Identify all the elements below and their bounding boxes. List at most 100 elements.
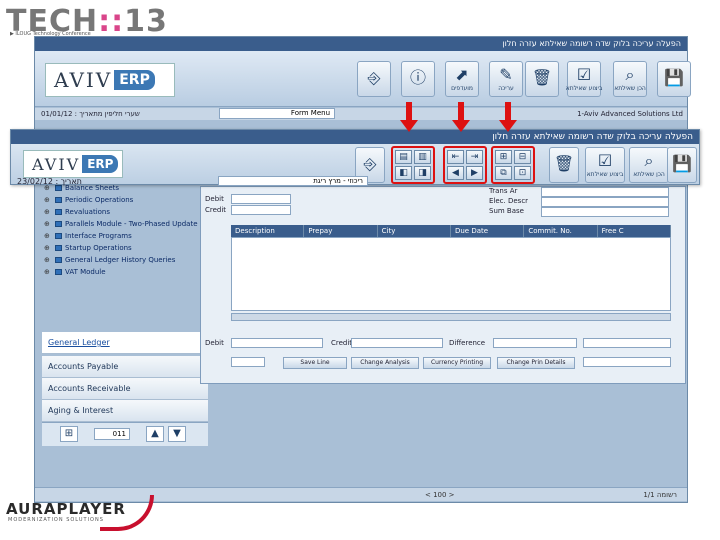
toolbar-icon-2: ⬈ <box>455 64 469 84</box>
status-record-count: < 100 > <box>425 491 455 499</box>
nav-down-icon[interactable]: ▼ <box>168 426 186 442</box>
overlay-menu-bar[interactable]: הפעלה עריכה בלוק שדה רשומה שאילתא עזרה ח… <box>11 130 699 144</box>
tree-item[interactable]: ⊕ Interface Programs <box>44 230 200 242</box>
nav-up-icon[interactable]: ▲ <box>146 426 164 442</box>
grid-column-header[interactable]: Description <box>231 225 305 237</box>
menu-tree: ⊕ Balance Sheets ⊕ Periodic Operations ⊕ Reva… <box>44 182 200 277</box>
tree-item-label: VAT Module <box>65 268 106 276</box>
toolbar-button-2[interactable]: ⬈ מועדפים <box>445 61 479 97</box>
grid-column-header[interactable]: Commit. No. <box>524 225 598 237</box>
record-last-icon[interactable]: ▶ <box>466 166 483 180</box>
paste-record-icon[interactable]: ⊟ <box>514 150 531 164</box>
tree-item[interactable]: ⊕ VAT Module <box>44 266 200 278</box>
company-name: 1-Aviv Advanced Solutions Ltd <box>577 110 683 118</box>
expand-icon[interactable]: ⊕ <box>44 220 52 228</box>
toolbar-button-6[interactable]: ⌕ הכן שאילתא <box>613 61 647 97</box>
tree-item[interactable]: ⊕ Revaluations <box>44 206 200 218</box>
folder-icon <box>55 197 62 203</box>
line-no-field[interactable] <box>231 357 265 367</box>
module-code-field[interactable]: 011 <box>94 428 130 440</box>
record-prev-icon[interactable]: ◨ <box>414 166 431 180</box>
toolbar-label-3: עריכה <box>498 84 514 92</box>
total-credit-field[interactable] <box>351 338 443 348</box>
expand-icon[interactable]: ⊕ <box>44 196 52 204</box>
nav-general-ledger[interactable]: General Ledger <box>42 332 208 354</box>
toolbar-button-4[interactable]: 🗑 <box>525 61 559 97</box>
tree-item-label: Interface Programs <box>65 232 132 240</box>
grid-column-header[interactable]: Free C <box>598 225 671 237</box>
credit-field[interactable] <box>231 205 291 215</box>
company-field[interactable]: ריכוזי - מרץ ריגת <box>218 176 368 186</box>
overlay-toolbar-button-3[interactable]: ⌕ הכן שאילתא <box>629 147 669 183</box>
toolbar-button-0[interactable]: ⎆ <box>357 61 391 97</box>
tree-item-label: Parallels Module - Two-Phased Update <box>65 220 198 228</box>
tree-item[interactable]: ⊕ Periodic Operations <box>44 194 200 206</box>
nav-accounts-payable[interactable]: Accounts Payable <box>42 356 208 378</box>
toolbar-button-3[interactable]: ✎ עריכה <box>489 61 523 97</box>
arrow-2-shaft <box>458 102 464 122</box>
org-chart-icon[interactable]: ⊞ <box>60 426 78 442</box>
expand-icon[interactable]: ⊕ <box>44 244 52 252</box>
tree-item-label: Periodic Operations <box>65 196 134 204</box>
expand-icon[interactable]: ⊕ <box>44 232 52 240</box>
toolbar-button-7[interactable]: 💾 <box>657 61 691 97</box>
overlay-toolbar-icon-0: ⎆ <box>363 154 377 173</box>
tree-item-label: General Ledger History Queries <box>65 256 176 264</box>
nav-accounts-receivable[interactable]: Accounts Receivable <box>42 378 208 400</box>
debit-field[interactable] <box>231 194 291 204</box>
status-record: 1/1 רשומה <box>643 491 677 499</box>
overlay-toolbar-label-2: ביצוע שאילתא <box>586 170 624 178</box>
row-insert-icon[interactable]: ▤ <box>395 150 412 164</box>
difference-label: Difference <box>449 339 486 347</box>
elec-descr-field[interactable] <box>541 197 669 207</box>
difference-field[interactable] <box>493 338 577 348</box>
duplicate-icon[interactable]: ⧉ <box>495 166 512 180</box>
menu-bar[interactable]: הפעלה עריכה בלוק שדה רשומה שאילתא עזרה ח… <box>35 37 687 51</box>
expand-icon[interactable]: ⊕ <box>44 208 52 216</box>
toolbar-icon-4: 🗑 <box>531 68 553 87</box>
record-next-icon[interactable]: ◀ <box>447 166 464 180</box>
lines-grid-header: Description Prepay City Due Date Commit. No.… <box>231 225 671 237</box>
toolbar-icon-3: ✎ <box>499 64 513 84</box>
grid-column-header[interactable]: City <box>378 225 451 237</box>
tree-item-label: Startup Operations <box>65 244 132 252</box>
grid-column-header[interactable]: Due Date <box>451 225 525 237</box>
overlay-toolbar-button-2[interactable]: ☑ ביצוע שאילתא <box>585 147 625 183</box>
col-left-icon[interactable]: ⇤ <box>447 150 464 164</box>
save-line-button[interactable]: Save Line <box>283 357 347 369</box>
tree-item[interactable]: ⊕ Parallels Module - Two-Phased Update <box>44 218 200 230</box>
tree-item[interactable]: ⊕ Startup Operations <box>44 242 200 254</box>
expand-icon[interactable]: ⊕ <box>44 268 52 276</box>
voucher-form: Debit Credit Trans Ar Elec. Descr Sum Ba… <box>200 186 686 384</box>
tree-item[interactable]: ⊕ General Ledger History Queries <box>44 254 200 266</box>
form-menu-field[interactable]: Form Menu <box>219 108 335 119</box>
trans-field[interactable] <box>541 187 669 197</box>
overlay-toolbar-button-4[interactable]: 💾 <box>667 147 697 183</box>
row-delete-icon[interactable]: ▥ <box>414 150 431 164</box>
arrow-2-head <box>452 120 470 132</box>
change-prin-details-button[interactable]: Change Prin Details <box>497 357 575 369</box>
trans-label: Trans Ar <box>489 187 518 195</box>
grid-column-header[interactable]: Prepay <box>304 225 378 237</box>
overlay-toolbar-button-1[interactable]: 🗑 <box>549 147 579 183</box>
change-analysis-button[interactable]: Change Analysis <box>351 357 419 369</box>
currency-printing-button[interactable]: Currency Printing <box>423 357 491 369</box>
extra-field[interactable] <box>583 338 671 348</box>
extra-field-2[interactable] <box>583 357 671 367</box>
slide: TECH::13 ▶ ILOUG Technology Conference ה… <box>0 0 720 540</box>
copy-record-icon[interactable]: ⊞ <box>495 150 512 164</box>
sum-base-field[interactable] <box>541 207 669 217</box>
record-first-icon[interactable]: ◧ <box>395 166 412 180</box>
overlay-toolbar-label-3: הכן שאילתא <box>633 170 665 178</box>
toolbar-icon-5: ☑ <box>576 64 592 84</box>
toolbar-icon-0: ⎆ <box>367 68 381 87</box>
clear-icon[interactable]: ⊡ <box>514 166 531 180</box>
toolbar-button-5[interactable]: ☑ ביצוע שאילתא <box>566 61 602 97</box>
nav-aging-interest[interactable]: Aging & Interest <box>42 400 208 422</box>
col-right-icon[interactable]: ⇥ <box>466 150 483 164</box>
expand-icon[interactable]: ⊕ <box>44 256 52 264</box>
grid-scrollbar[interactable] <box>231 313 671 321</box>
lines-grid[interactable] <box>231 237 671 311</box>
total-debit-field[interactable] <box>231 338 323 348</box>
toolbar-button-1[interactable]: ⓘ <box>401 61 435 97</box>
